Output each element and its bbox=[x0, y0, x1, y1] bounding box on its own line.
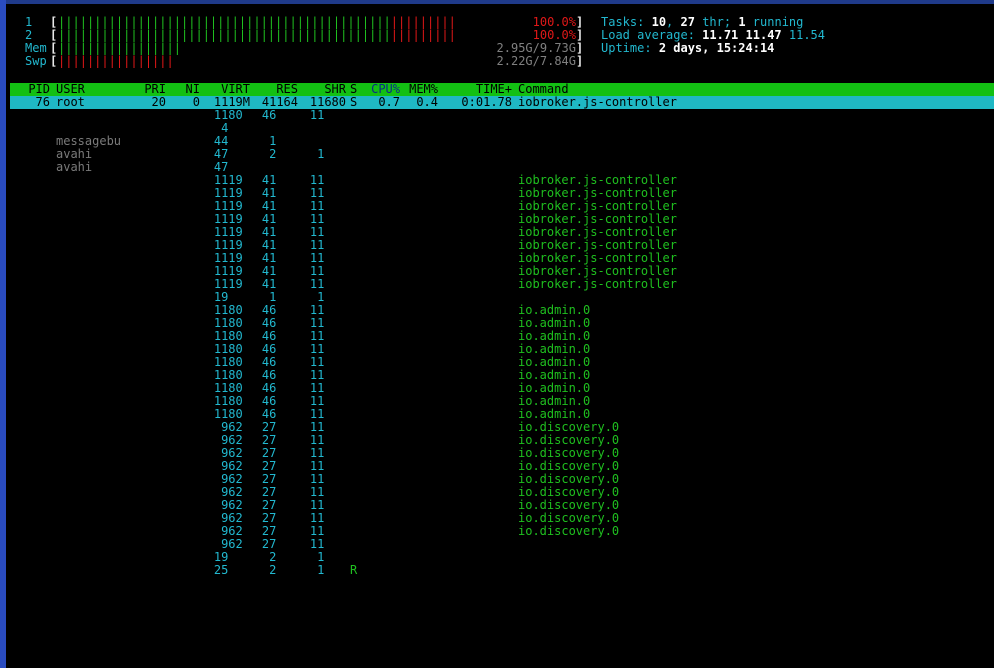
uptime-value: 2 days, 15:24:14 bbox=[658, 41, 775, 55]
cell-mem: 0.0 bbox=[416, 563, 438, 577]
process-row[interactable]: 167 root 20 0 25076 2480 1292 R 0.0 0.0 0:00.00 hto… bbox=[10, 564, 994, 577]
swap-bar: |||||||||||||||| bbox=[58, 54, 174, 68]
cell-cmd: htop bbox=[518, 563, 547, 577]
cell-cmd: iobroker.js-controller bbox=[518, 277, 677, 291]
cpu1-value: 100.0% bbox=[532, 15, 576, 29]
cpu1-label: 1 bbox=[25, 15, 33, 29]
cell-pri: 20 bbox=[151, 563, 166, 577]
cell-cpu: 0.0 bbox=[378, 563, 400, 577]
load-5min: 11.47 bbox=[745, 28, 782, 42]
cell-user: root bbox=[56, 563, 85, 577]
meter-bracket: [ bbox=[50, 54, 58, 68]
cell-virt: 25076 bbox=[213, 563, 250, 577]
cell-ni: 0 bbox=[192, 563, 200, 577]
cell-res: 2480 bbox=[269, 563, 298, 577]
cell-pid: 167 bbox=[28, 563, 50, 577]
cell-s: R bbox=[350, 563, 358, 577]
swap-value: 2.22G/7.84G bbox=[496, 54, 576, 68]
load-1min: 11.71 bbox=[702, 28, 739, 42]
uptime-line: Uptime: 2 days, 15:24:14 bbox=[601, 41, 775, 55]
running-count: 1 bbox=[738, 15, 746, 29]
threads-count: 27 bbox=[680, 15, 695, 29]
meter-bracket: ] bbox=[576, 54, 584, 68]
cpu2-label: 2 bbox=[25, 28, 33, 42]
cell-cmd: /bin/bash bbox=[518, 550, 584, 564]
cell-cmd: io.discovery.0 bbox=[518, 537, 620, 551]
tasks-count: 10 bbox=[651, 15, 667, 29]
htop-terminal[interactable]: 1 [ ||||||||||||||||||||||||||||||||||||… bbox=[6, 4, 994, 668]
cpu2-value: 100.0% bbox=[532, 28, 576, 42]
cell-shr: 1292 bbox=[317, 563, 346, 577]
swap-label: Swp bbox=[25, 54, 47, 68]
cell-time: 0:00.00 bbox=[461, 563, 512, 577]
load-15min: 11.54 bbox=[788, 28, 825, 42]
mem-label: Mem bbox=[25, 41, 47, 55]
mem-value: 2.95G/9.73G bbox=[496, 41, 576, 55]
